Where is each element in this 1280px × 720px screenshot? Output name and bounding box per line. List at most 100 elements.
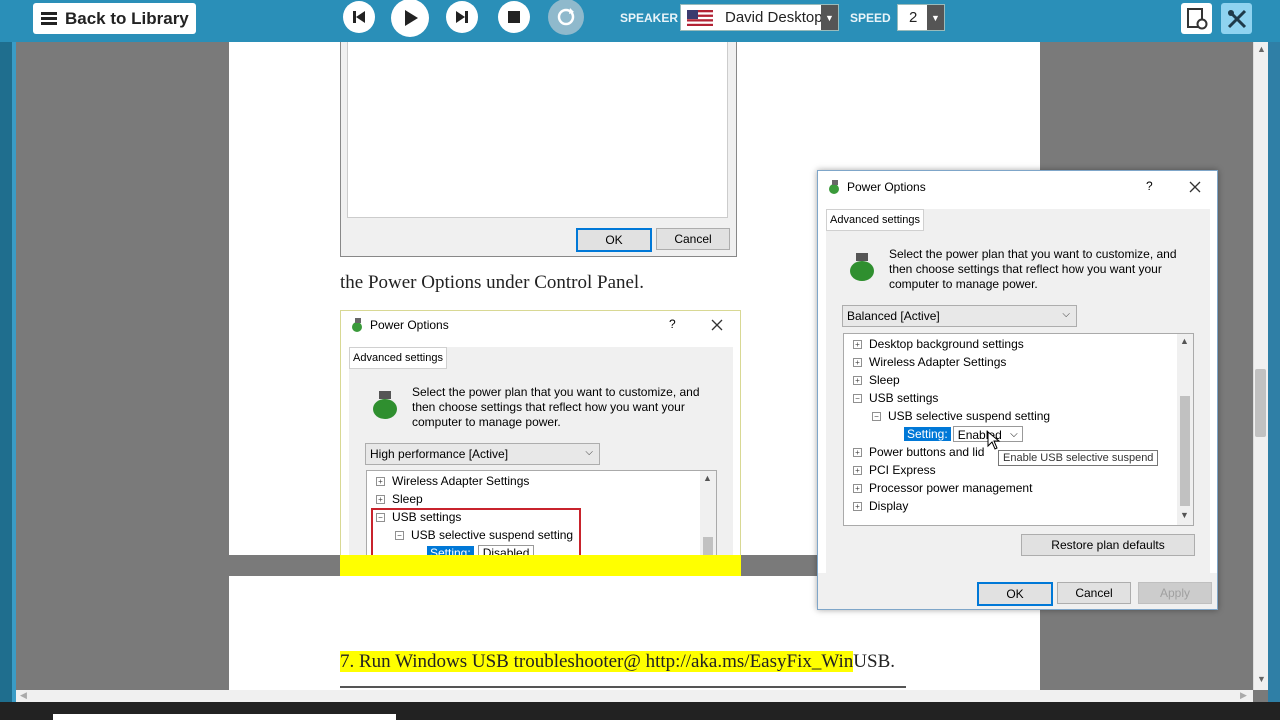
tree-item-label: Display [869,499,909,513]
ok-button[interactable]: OK [977,582,1053,606]
tree-item-label: PCI Express [869,463,936,477]
apply-button[interactable]: Apply [1138,582,1212,604]
expand-icon: + [376,476,385,486]
help-icon[interactable]: ? [1146,179,1153,193]
chevron-up-icon[interactable]: ▲ [1257,44,1266,54]
next-button[interactable] [446,1,478,33]
list-icon [41,11,57,26]
tree-item[interactable]: + Wireless Adapter Settings [376,472,529,490]
setting-label: Setting: [904,427,951,441]
dialog-screenshot-top: OK Cancel [340,42,737,257]
dialog-description: Select the power plan that you want to c… [889,247,1177,291]
page-scroll-thumb[interactable] [1255,369,1266,437]
power-plan-select[interactable]: High performance [Active] ⌵ [365,443,600,465]
previous-button[interactable] [343,1,375,33]
play-button[interactable] [391,0,429,37]
doc-text-line: the Power Options under Control Panel. [340,272,644,293]
tab-advanced-settings[interactable]: Advanced settings [349,347,447,369]
close-icon[interactable] [1189,181,1201,193]
expand-icon: + [853,339,862,349]
tree-item[interactable]: + Power buttons and lid [853,443,984,461]
chevron-up-icon[interactable]: ▲ [1180,336,1189,346]
tree-item[interactable]: + Sleep [853,371,900,389]
scroll-thumb[interactable] [703,537,713,555]
tree-item[interactable]: − USB selective suspend setting [872,407,1050,425]
power-options-screenshot: Power Options ? Advanced settings Select… [340,310,741,556]
chevron-down-icon: ▼ [821,5,838,30]
restore-plan-defaults-button[interactable]: Restore plan defaults [1021,534,1195,556]
ok-button[interactable]: OK [576,228,652,252]
tree-item-label: Wireless Adapter Settings [869,355,1007,369]
cancel-button[interactable]: Cancel [656,228,730,250]
dialog-content-area [347,42,728,218]
divider [340,686,906,688]
taskbar-item [53,714,396,720]
chevron-down-icon: ⌵ [1062,309,1070,320]
setting-row[interactable]: Setting: Enabled ⌵ [904,425,1023,443]
tree-item[interactable]: + PCI Express [853,461,936,479]
right-border [1268,42,1280,702]
tree-item-label: Power buttons and lid [869,445,985,459]
page-settings-button[interactable] [1181,3,1212,34]
chevron-up-icon[interactable]: ▲ [703,473,712,483]
tooltip: Enable USB selective suspend [998,450,1159,466]
speaker-select[interactable]: David Desktop ▼ [680,4,839,31]
collapse-icon: − [872,411,881,421]
expand-icon: + [853,447,862,457]
power-plan-value: Balanced [Active] [847,309,940,323]
expand-icon: + [853,483,862,493]
stop-button[interactable] [498,1,530,33]
chevron-down-icon: ⌵ [585,447,593,458]
repeat-button[interactable] [548,0,584,35]
chevron-right-icon[interactable]: ▶ [1240,690,1247,701]
chevron-left-icon[interactable]: ◀ [20,690,27,701]
tree-item[interactable]: + Desktop background settings [853,335,1024,353]
repeat-icon [557,8,575,26]
tree-item[interactable]: + Display [853,497,908,515]
chevron-down-icon[interactable]: ▼ [1257,674,1266,684]
help-icon[interactable]: ? [669,317,676,331]
close-icon[interactable] [711,319,723,331]
tree-item[interactable]: + Sleep [376,490,423,508]
expand-icon: + [376,494,385,504]
speaker-value: David Desktop [725,9,823,26]
tree-item-label: Sleep [392,492,423,506]
chevron-down-icon[interactable]: ▼ [1180,510,1189,520]
power-plan-select[interactable]: Balanced [Active] ⌵ [842,305,1077,327]
expand-icon: + [853,357,862,367]
tree-item-label: Wireless Adapter Settings [392,474,530,488]
tree-item[interactable]: + Wireless Adapter Settings [853,353,1006,371]
stop-icon [508,11,520,23]
step-7-text: 7. Run Windows USB troubleshooter@ http:… [340,651,895,673]
tree-scrollbar[interactable]: ▲ [700,471,716,555]
speed-value: 2 [909,9,918,26]
mouse-cursor-icon [987,431,1001,450]
scroll-thumb[interactable] [1180,396,1190,506]
us-flag-icon [687,9,713,26]
tree-item[interactable]: + Processor power management [853,479,1032,497]
page-scrollbar[interactable]: ▲ ▼ [1253,42,1268,690]
horizontal-scrollbar[interactable]: ◀ ▶ [16,690,1253,702]
tree-item[interactable]: − USB settings [853,389,938,407]
expand-icon: + [853,501,862,511]
power-options-dialog: Power Options ? Advanced settings Select… [817,170,1218,610]
power-options-icon [352,318,362,332]
cancel-button[interactable]: Cancel [1057,582,1131,604]
tab-advanced-settings[interactable]: Advanced settings [826,209,924,231]
step-7-highlight: 7. Run Windows USB troubleshooter@ http:… [340,651,854,672]
back-to-library-button[interactable]: Back to Library [33,3,196,34]
tree-item-label: Sleep [869,373,900,387]
speed-select[interactable]: 2 ▼ [897,4,945,31]
skip-next-icon [456,11,468,23]
tree-scrollbar[interactable]: ▲ ▼ [1177,334,1193,525]
page-gear-icon [1186,7,1207,29]
step-7-rest: USB. [853,651,896,672]
settings-tree[interactable]: + Desktop background settings + Wireless… [843,333,1194,526]
settings-tree[interactable]: + Wireless Adapter Settings + Sleep − US… [366,470,717,555]
chevron-down-icon: ▼ [927,5,944,30]
speed-label: SPEED [850,11,891,25]
expand-icon: + [853,375,862,385]
tools-button[interactable] [1221,3,1252,34]
yellow-highlight-bar [340,555,741,576]
left-border-accent [12,42,16,702]
